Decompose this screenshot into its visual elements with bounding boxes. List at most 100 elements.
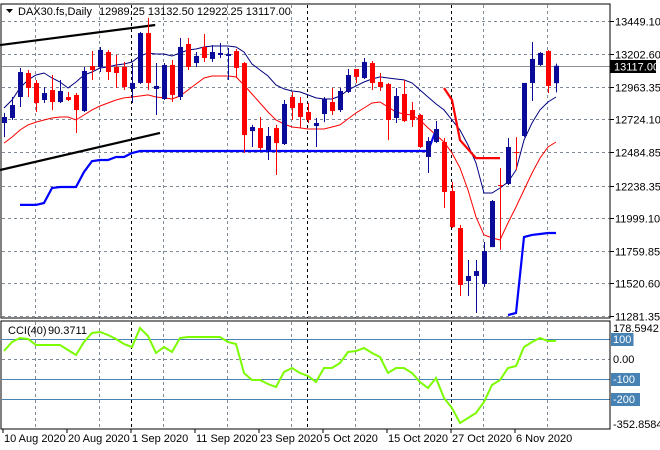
candle-bear — [106, 52, 111, 73]
candle-bull — [130, 82, 135, 89]
candle-bull — [210, 52, 215, 59]
candle-bear — [26, 72, 31, 88]
candle-bear — [546, 51, 551, 86]
current-price-label: 13117.00 — [614, 62, 659, 74]
candle-bear — [146, 33, 151, 83]
time-tick-label: 27 Oct 2020 — [452, 433, 512, 445]
candle-bear — [114, 66, 119, 73]
price-tick-label: 11759.85 — [615, 247, 660, 259]
symbol-label: DAX30.fs,Daily — [18, 6, 92, 18]
price-tick-label: 13202.60 — [615, 50, 660, 62]
candle-bull — [42, 93, 47, 100]
candle-bear — [66, 96, 71, 100]
time-tick-label: 20 Aug 2020 — [68, 433, 130, 445]
candle-bull — [506, 147, 511, 184]
candle-bull — [394, 96, 399, 118]
candle-bear — [330, 102, 335, 112]
candle-bull — [530, 58, 535, 83]
candle-bear — [354, 69, 359, 77]
cci-tick-label: -200 — [613, 394, 635, 406]
candle-bull — [10, 105, 15, 118]
candle-bear — [274, 128, 279, 144]
cci-title: CCI(40) — [8, 325, 47, 337]
candle-bull — [58, 90, 63, 103]
candle-bear — [458, 227, 463, 285]
price-tick-label: 12238.35 — [615, 182, 660, 194]
price-tick-label: 11999.10 — [615, 214, 660, 226]
price-tick-label: 12963.35 — [615, 83, 660, 95]
candle-bull — [522, 82, 527, 136]
candle-bull — [18, 72, 23, 97]
candle-bull — [178, 46, 183, 97]
candle-bull — [282, 103, 287, 145]
candle-bull — [2, 117, 7, 124]
candle-bear — [306, 111, 311, 121]
candle-bear — [498, 185, 503, 187]
price-tick-label: 12484.85 — [615, 148, 660, 160]
time-tick-label: 1 Sep 2020 — [132, 433, 188, 445]
candle-bear — [378, 81, 383, 88]
time-tick-label: 23 Sep 2020 — [260, 433, 322, 445]
ohlc-readout: 12989.25 13132.50 12922.25 13117.00 — [99, 6, 291, 18]
cci-tick-label: -352.8584 — [613, 419, 660, 431]
candle-bear — [50, 90, 55, 103]
candle-bull — [138, 33, 143, 83]
candle-bull — [554, 65, 559, 84]
candle-bear — [74, 94, 79, 111]
candle-bear — [234, 51, 239, 68]
cci-tick-label: 0.00 — [613, 354, 634, 366]
price-tick-label: 11520.60 — [615, 279, 660, 291]
candle-bull — [434, 129, 439, 142]
cci-tick-label: -100 — [613, 374, 635, 386]
candle-bull — [154, 85, 159, 89]
time-tick-label: 15 Oct 2020 — [388, 433, 448, 445]
candle-bear — [410, 110, 415, 121]
candle-bull — [426, 141, 431, 157]
candle-bull — [322, 99, 327, 115]
candle-bear — [402, 93, 407, 121]
candle-bear — [122, 66, 127, 88]
candle-bear — [290, 96, 295, 109]
candle-bear — [386, 84, 391, 121]
candle-bull — [226, 54, 231, 56]
candle-bull — [266, 135, 271, 151]
candle-bull — [82, 70, 87, 112]
cci-value: 90.3711 — [48, 325, 87, 337]
time-tick-label: 11 Sep 2020 — [196, 433, 258, 445]
candle-bull — [314, 123, 319, 127]
candle-bull — [482, 251, 487, 285]
candle-bull — [538, 52, 543, 65]
candle-bear — [370, 63, 375, 83]
candle-bear — [170, 64, 175, 95]
time-tick-label: 10 Aug 2020 — [4, 433, 66, 445]
candle-bear — [298, 102, 303, 118]
time-tick-label: 5 Oct 2020 — [324, 433, 378, 445]
candle-bull — [98, 49, 103, 67]
candle-bear — [34, 82, 39, 103]
candle-bull — [474, 271, 479, 276]
candle-bear — [258, 128, 263, 148]
candle-bull — [338, 90, 343, 111]
candle-bear — [442, 141, 447, 192]
candle-bull — [346, 75, 351, 92]
cci-tick-label: 100 — [613, 334, 631, 346]
candle-bear — [202, 46, 207, 59]
candle-bull — [466, 275, 471, 282]
candle-bull — [194, 55, 199, 64]
price-tick-label: 13449.10 — [615, 17, 660, 29]
candle-bull — [218, 52, 223, 56]
candle-bear — [514, 152, 519, 154]
candle-bear — [90, 66, 95, 70]
price-tick-label: 11281.35 — [615, 312, 660, 324]
candle-bear — [242, 63, 247, 136]
candle-bull — [490, 200, 495, 248]
time-tick-label: 6 Nov 2020 — [516, 433, 572, 445]
candle-bull — [362, 61, 367, 79]
candle-bear — [186, 43, 191, 67]
candle-bear — [418, 114, 423, 148]
price-tick-label: 12724.10 — [615, 115, 660, 127]
candle-bull — [162, 64, 167, 100]
chart-window: 13449.10 13202.60 12963.35 12724.10 12484.85… — [0, 0, 660, 450]
candle-bear — [450, 191, 455, 228]
candle-bull — [250, 126, 255, 132]
